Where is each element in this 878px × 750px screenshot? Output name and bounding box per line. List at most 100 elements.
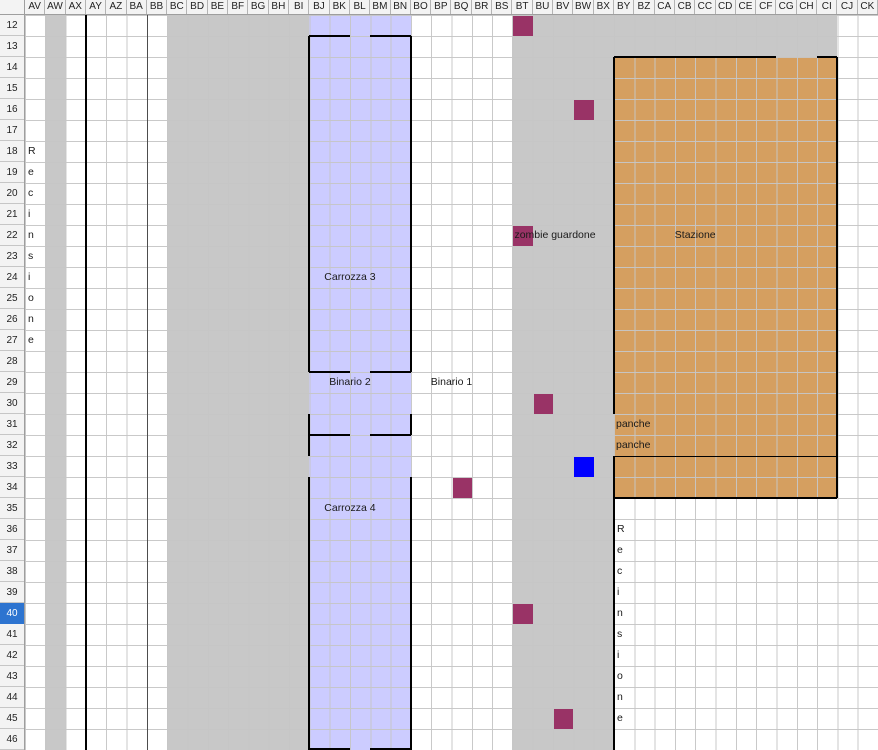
row-header-15[interactable]: 15: [0, 78, 24, 99]
column-header-CD[interactable]: CD: [716, 0, 736, 14]
row-header-27[interactable]: 27: [0, 330, 24, 351]
row-header-40[interactable]: 40: [0, 603, 24, 624]
column-header-CF[interactable]: CF: [756, 0, 776, 14]
row-header-39[interactable]: 39: [0, 582, 24, 603]
column-header-BW[interactable]: BW: [573, 0, 593, 14]
recinsione-left-letter-7[interactable]: i: [25, 267, 45, 288]
column-header-BF[interactable]: BF: [228, 0, 248, 14]
column-header-CH[interactable]: CH: [797, 0, 817, 14]
column-header-BP[interactable]: BP: [431, 0, 451, 14]
row-header-35[interactable]: 35: [0, 498, 24, 519]
row-header-30[interactable]: 30: [0, 393, 24, 414]
row-header-42[interactable]: 42: [0, 645, 24, 666]
row-header-18[interactable]: 18: [0, 141, 24, 162]
column-header-BQ[interactable]: BQ: [452, 0, 472, 14]
recinsione-left-letter-2[interactable]: e: [25, 162, 45, 183]
column-header-BG[interactable]: BG: [248, 0, 268, 14]
column-header-BM[interactable]: BM: [370, 0, 390, 14]
zombie-marker-bu30[interactable]: [534, 394, 553, 414]
row-header-25[interactable]: 25: [0, 288, 24, 309]
row-header-19[interactable]: 19: [0, 162, 24, 183]
row-header-46[interactable]: 46: [0, 729, 24, 750]
column-header-BR[interactable]: BR: [472, 0, 492, 14]
label-carrozza-4[interactable]: Carrozza 4: [309, 498, 390, 519]
column-header-AX[interactable]: AX: [66, 0, 86, 14]
label-binario-1[interactable]: Binario 1: [411, 372, 492, 393]
row-header-33[interactable]: 33: [0, 456, 24, 477]
select-all-corner[interactable]: [0, 0, 25, 15]
recinsione-left-letter-4[interactable]: i: [25, 204, 45, 225]
row-header-26[interactable]: 26: [0, 309, 24, 330]
recinsione-right-letter-10[interactable]: e: [614, 708, 634, 729]
column-header-BT[interactable]: BT: [512, 0, 532, 14]
sheet-grid[interactable]: Carrozza 3 Binario 2 Binario 1 Carrozza 4 zo…: [25, 15, 878, 750]
recinsione-right-letter-8[interactable]: o: [614, 666, 634, 687]
recinsione-left-letter-5[interactable]: n: [25, 225, 45, 246]
label-panche-2[interactable]: panche: [614, 435, 697, 456]
row-header-43[interactable]: 43: [0, 666, 24, 687]
row-header-21[interactable]: 21: [0, 204, 24, 225]
column-header-BL[interactable]: BL: [350, 0, 370, 14]
label-panche-1[interactable]: panche: [614, 414, 697, 435]
row-header-38[interactable]: 38: [0, 561, 24, 582]
column-header-BZ[interactable]: BZ: [634, 0, 654, 14]
zombie-marker-bv45[interactable]: [554, 709, 573, 729]
column-header-BD[interactable]: BD: [187, 0, 207, 14]
label-carrozza-3[interactable]: Carrozza 3: [309, 267, 390, 288]
label-binario-2[interactable]: Binario 2: [309, 372, 390, 393]
column-header-BA[interactable]: BA: [127, 0, 147, 14]
recinsione-right-letter-1[interactable]: R: [614, 519, 634, 540]
row-header-20[interactable]: 20: [0, 183, 24, 204]
column-header-CG[interactable]: CG: [776, 0, 796, 14]
column-header-CC[interactable]: CC: [695, 0, 715, 14]
label-stazione[interactable]: Stazione: [614, 225, 776, 246]
row-header-23[interactable]: 23: [0, 246, 24, 267]
column-header-BX[interactable]: BX: [594, 0, 614, 14]
recinsione-left-letter-1[interactable]: R: [25, 141, 45, 162]
column-header-BK[interactable]: BK: [330, 0, 350, 14]
recinsione-left-letter-3[interactable]: c: [25, 183, 45, 204]
zombie-marker-bt40[interactable]: [513, 604, 532, 624]
column-header-AZ[interactable]: AZ: [106, 0, 126, 14]
row-header-34[interactable]: 34: [0, 477, 24, 498]
row-header-45[interactable]: 45: [0, 708, 24, 729]
row-header-16[interactable]: 16: [0, 99, 24, 120]
column-header-CK[interactable]: CK: [858, 0, 878, 14]
recinsione-right-letter-7[interactable]: i: [614, 645, 634, 666]
recinsione-left-letter-9[interactable]: n: [25, 309, 45, 330]
row-header-36[interactable]: 36: [0, 519, 24, 540]
row-header-29[interactable]: 29: [0, 372, 24, 393]
row-header-31[interactable]: 31: [0, 414, 24, 435]
zombie-marker-bq34[interactable]: [453, 478, 472, 498]
column-header-BB[interactable]: BB: [147, 0, 167, 14]
column-header-AW[interactable]: AW: [45, 0, 65, 14]
column-header-CB[interactable]: CB: [675, 0, 695, 14]
column-header-BS[interactable]: BS: [492, 0, 512, 14]
recinsione-right-letter-4[interactable]: i: [614, 582, 634, 603]
row-header-32[interactable]: 32: [0, 435, 24, 456]
label-zombie-guardone[interactable]: zombie guardone: [512, 225, 595, 246]
recinsione-right-letter-5[interactable]: n: [614, 603, 634, 624]
zombie-marker-bw16[interactable]: [574, 100, 593, 120]
column-header-BY[interactable]: BY: [614, 0, 634, 14]
recinsione-left-letter-10[interactable]: e: [25, 330, 45, 351]
column-header-BN[interactable]: BN: [391, 0, 411, 14]
row-header-24[interactable]: 24: [0, 267, 24, 288]
column-header-BJ[interactable]: BJ: [309, 0, 329, 14]
row-header-14[interactable]: 14: [0, 57, 24, 78]
player-marker-bw33[interactable]: [574, 457, 593, 477]
column-header-AY[interactable]: AY: [86, 0, 106, 14]
column-header-BI[interactable]: BI: [289, 0, 309, 14]
recinsione-left-letter-6[interactable]: s: [25, 246, 45, 267]
column-header-BE[interactable]: BE: [208, 0, 228, 14]
column-header-BV[interactable]: BV: [553, 0, 573, 14]
zombie-marker-bt12[interactable]: [513, 16, 532, 36]
row-header-37[interactable]: 37: [0, 540, 24, 561]
column-header-BU[interactable]: BU: [533, 0, 553, 14]
recinsione-right-letter-2[interactable]: e: [614, 540, 634, 561]
recinsione-right-letter-3[interactable]: c: [614, 561, 634, 582]
column-header-CE[interactable]: CE: [736, 0, 756, 14]
row-header-13[interactable]: 13: [0, 36, 24, 57]
row-header-12[interactable]: 12: [0, 15, 24, 36]
column-header-CA[interactable]: CA: [655, 0, 675, 14]
